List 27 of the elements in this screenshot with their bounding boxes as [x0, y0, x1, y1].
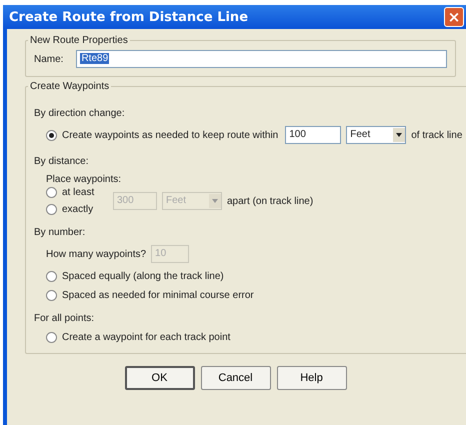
prompt-label: How many waypoints?: [46, 248, 146, 260]
radio-label: exactly: [62, 204, 94, 215]
dialog-button[interactable]: OK: [124, 366, 194, 390]
group-title: New Route Properties: [29, 35, 129, 46]
radio-label: Spaced as needed for minimal course error: [62, 290, 254, 301]
radio-label: at least: [62, 187, 94, 198]
prompt-label: Place waypoints:: [46, 174, 122, 185]
suffix-label: apart (on track line): [227, 196, 314, 206]
radio-label: Create a waypoint for each track point: [62, 332, 230, 343]
section-heading: By direction change:: [34, 108, 126, 119]
section-heading: By number:: [34, 227, 86, 238]
radio-label: Create waypoints as needed to keep route within: [62, 130, 278, 140]
radio-button[interactable]: [46, 130, 57, 140]
group-title: Create Waypoints: [29, 81, 110, 92]
name-label: Name:: [34, 54, 64, 64]
unit-dropdown[interactable]: Feet: [346, 126, 406, 144]
distance-field[interactable]: 100: [285, 126, 342, 144]
close-button[interactable]: ×: [444, 7, 464, 27]
section-heading: By distance:: [34, 156, 90, 167]
section-heading: For all points:: [34, 313, 96, 324]
dialog-button[interactable]: Help: [276, 366, 346, 390]
name-field[interactable]: Rte89: [76, 50, 447, 68]
dialog-button[interactable]: Cancel: [200, 366, 270, 390]
window-title: Create Route from Distance Line: [9, 10, 248, 24]
suffix-label: of track line: [411, 130, 462, 140]
radio-button[interactable]: [46, 332, 57, 343]
radio-label: Spaced equally (along the track line): [62, 271, 224, 282]
